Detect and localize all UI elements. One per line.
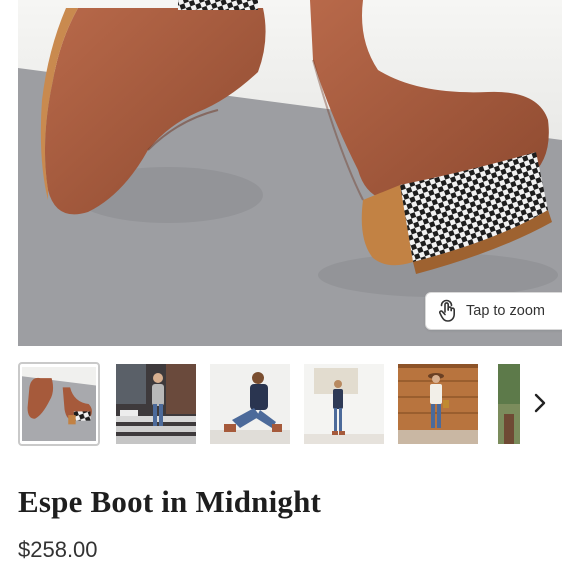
thumbnail-strip (18, 362, 520, 446)
thumb-woman-sitting[interactable] (210, 364, 290, 444)
thumb-image (498, 364, 520, 444)
tap-to-zoom-button[interactable]: Tap to zoom (425, 292, 562, 330)
thumb-boots-closeup[interactable] (18, 362, 100, 446)
thumb-image (304, 364, 384, 444)
thumb-woman-fence[interactable] (398, 364, 478, 444)
thumb-woman-studio[interactable] (304, 364, 384, 444)
product-main-image[interactable]: Tap to zoom (18, 0, 562, 346)
thumb-partial[interactable] (498, 364, 520, 444)
thumb-image (398, 364, 478, 444)
product-price: $258.00 (18, 537, 98, 562)
thumb-image (210, 364, 290, 444)
tap-hand-icon (437, 299, 459, 323)
thumb-image (22, 367, 96, 441)
product-title: Espe Boot in Midnight (18, 484, 322, 519)
thumbnails-next-button[interactable] (524, 388, 556, 422)
zoom-label: Tap to zoom (466, 303, 545, 319)
chevron-right-icon (533, 392, 547, 419)
thumb-woman-on-steps[interactable] (116, 364, 196, 444)
thumb-image (116, 364, 196, 444)
